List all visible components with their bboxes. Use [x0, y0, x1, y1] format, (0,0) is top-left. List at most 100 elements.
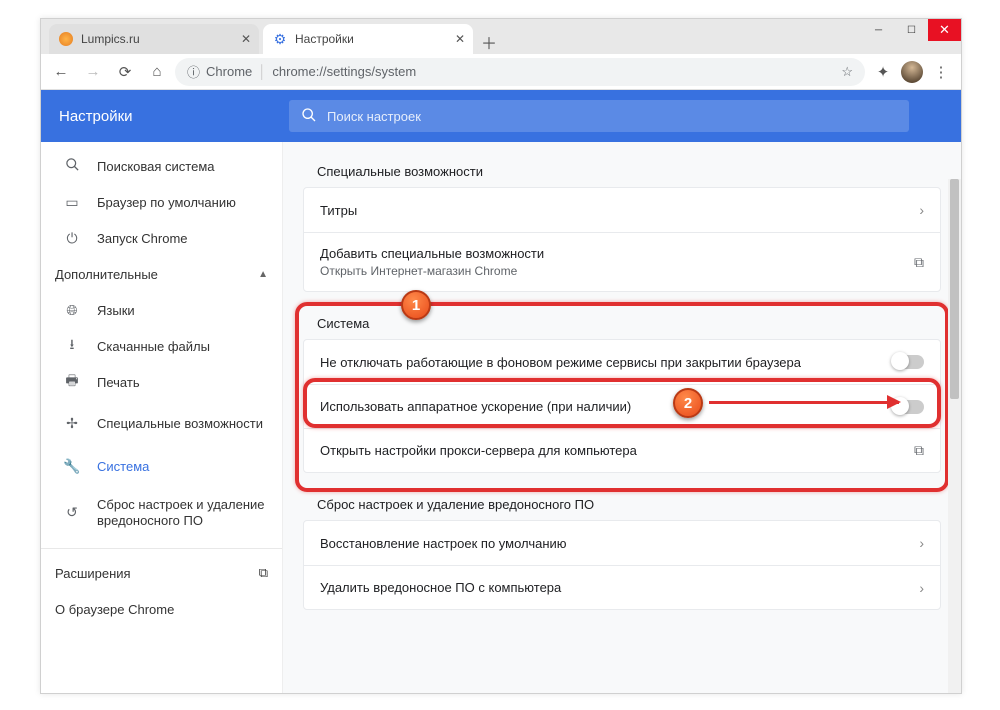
- sidebar-extensions[interactable]: Расширения ⧉: [41, 555, 282, 591]
- favicon-lumpics: [59, 32, 73, 46]
- sidebar-item-label: Запуск Chrome: [97, 231, 188, 246]
- settings-header: Настройки: [41, 90, 961, 142]
- chevron-right-icon: ›: [919, 535, 924, 551]
- row-hardware-acceleration[interactable]: Использовать аппаратное ускорение (при н…: [304, 384, 940, 428]
- sidebar-item-default-browser[interactable]: ▭ Браузер по умолчанию: [41, 184, 282, 220]
- wrench-icon: 🔧: [63, 458, 81, 475]
- sidebar-item-system[interactable]: 🔧 Система: [41, 448, 282, 484]
- close-window-button[interactable]: ✕: [928, 19, 961, 41]
- tab-settings[interactable]: ⚙ Настройки ✕: [263, 24, 473, 54]
- close-tab-icon[interactable]: ✕: [455, 32, 465, 46]
- search-icon: [301, 107, 317, 126]
- favicon-settings: ⚙: [273, 32, 287, 46]
- row-label: Не отключать работающие в фоновом режиме…: [320, 355, 801, 370]
- home-button[interactable]: ⌂: [143, 58, 171, 86]
- menu-button[interactable]: ⋮: [927, 58, 955, 86]
- sidebar-item-label: Языки: [97, 303, 135, 318]
- sidebar-item-downloads[interactable]: ⭳ Скачанные файлы: [41, 328, 282, 364]
- sidebar-item-reset[interactable]: ↺ Сброс настроек и удаление вредоносного…: [41, 484, 282, 542]
- toggle-hardware-acceleration[interactable]: [892, 400, 924, 414]
- row-label: Добавить специальные возможности: [320, 246, 544, 261]
- content-area: Поисковая система ▭ Браузер по умолчанию…: [41, 142, 961, 693]
- row-sublabel: Открыть Интернет-магазин Chrome: [320, 264, 544, 278]
- scrollbar[interactable]: [948, 179, 961, 693]
- sidebar-item-search-engine[interactable]: Поисковая система: [41, 148, 282, 184]
- section-title-accessibility: Специальные возможности: [303, 156, 941, 187]
- chevron-right-icon: ›: [919, 202, 924, 218]
- search-input[interactable]: [327, 109, 897, 124]
- tab-strip: Lumpics.ru ✕ ⚙ Настройки ✕ ＋: [41, 19, 961, 54]
- settings-search[interactable]: [289, 100, 909, 132]
- system-card: Не отключать работающие в фоновом режиме…: [303, 339, 941, 473]
- scrollbar-thumb[interactable]: [950, 179, 959, 399]
- sidebar-item-startup[interactable]: ⏻ Запуск Chrome: [41, 220, 282, 256]
- sidebar-about[interactable]: О браузере Chrome: [41, 591, 282, 627]
- row-add-accessibility[interactable]: Добавить специальные возможности Открыть…: [304, 232, 940, 291]
- sidebar-about-label: О браузере Chrome: [55, 602, 174, 617]
- minimize-button[interactable]: ─: [862, 19, 895, 41]
- extensions-button[interactable]: ✦: [869, 58, 897, 86]
- external-link-icon: ⧉: [259, 565, 268, 581]
- reset-card: Восстановление настроек по умолчанию › У…: [303, 520, 941, 610]
- sidebar-item-accessibility[interactable]: ✢ Специальные возможности: [41, 400, 282, 448]
- sidebar-advanced-label: Дополнительные: [55, 267, 158, 282]
- sidebar-item-printing[interactable]: 🖶 Печать: [41, 364, 282, 400]
- accessibility-icon: ✢: [63, 415, 81, 433]
- row-label: Восстановление настроек по умолчанию: [320, 536, 567, 551]
- row-label: Удалить вредоносное ПО с компьютера: [320, 580, 561, 595]
- sidebar: Поисковая система ▭ Браузер по умолчанию…: [41, 142, 283, 693]
- print-icon: 🖶: [63, 370, 81, 394]
- tab-title: Настройки: [295, 32, 354, 46]
- chrome-label: Chrome: [206, 64, 252, 79]
- settings-main: Специальные возможности Титры › Добавить…: [283, 142, 961, 693]
- toolbar: ← → ⟳ ⌂ ⓘ Chrome │ chrome://settings/sys…: [41, 54, 961, 90]
- maximize-button[interactable]: ☐: [895, 19, 928, 41]
- row-cleanup[interactable]: Удалить вредоносное ПО с компьютера ›: [304, 565, 940, 609]
- back-button[interactable]: ←: [47, 58, 75, 86]
- external-link-icon: ⧉: [914, 254, 924, 271]
- sidebar-item-label: Поисковая система: [97, 159, 215, 174]
- row-proxy-settings[interactable]: Открыть настройки прокси-сервера для ком…: [304, 428, 940, 472]
- profile-avatar[interactable]: [901, 61, 923, 83]
- row-label: Титры: [320, 203, 357, 218]
- row-restore-defaults[interactable]: Восстановление настроек по умолчанию ›: [304, 521, 940, 565]
- toggle-background-apps[interactable]: [892, 355, 924, 369]
- sidebar-advanced-toggle[interactable]: Дополнительные ▲: [41, 256, 282, 292]
- reset-icon: ↺: [63, 504, 81, 522]
- reload-button[interactable]: ⟳: [111, 58, 139, 86]
- power-icon: ⏻: [63, 230, 81, 247]
- row-label: Открыть настройки прокси-сервера для ком…: [320, 443, 637, 458]
- bookmark-icon[interactable]: ☆: [841, 64, 853, 80]
- section-title-system: Система: [303, 308, 941, 339]
- chevron-up-icon: ▲: [258, 269, 268, 280]
- external-link-icon: ⧉: [914, 442, 924, 459]
- sidebar-item-label: Печать: [97, 375, 140, 390]
- globe-icon: 🌐︎: [63, 302, 81, 319]
- sidebar-item-label: Браузер по умолчанию: [97, 195, 236, 210]
- row-captions[interactable]: Титры ›: [304, 188, 940, 232]
- new-tab-button[interactable]: ＋: [477, 30, 501, 54]
- settings-title: Настройки: [59, 108, 269, 125]
- section-title-reset: Сброс настроек и удаление вредоносного П…: [303, 489, 941, 520]
- download-icon: ⭳: [63, 334, 81, 358]
- close-tab-icon[interactable]: ✕: [241, 32, 251, 46]
- tab-lumpics[interactable]: Lumpics.ru ✕: [49, 24, 259, 54]
- sidebar-item-languages[interactable]: 🌐︎ Языки: [41, 292, 282, 328]
- sidebar-item-label: Специальные возможности: [97, 416, 263, 432]
- row-background-apps[interactable]: Не отключать работающие в фоновом режиме…: [304, 340, 940, 384]
- search-icon: [63, 157, 81, 175]
- forward-button[interactable]: →: [79, 58, 107, 86]
- chevron-right-icon: ›: [919, 580, 924, 596]
- sidebar-extensions-label: Расширения: [55, 566, 131, 581]
- url-text: chrome://settings/system: [272, 64, 416, 79]
- sidebar-item-label: Сброс настроек и удаление вредоносного П…: [97, 497, 268, 530]
- accessibility-card: Титры › Добавить специальные возможности…: [303, 187, 941, 292]
- divider: [41, 548, 282, 549]
- tab-title: Lumpics.ru: [81, 32, 140, 46]
- address-bar[interactable]: ⓘ Chrome │ chrome://settings/system ☆: [175, 58, 865, 86]
- site-info-icon[interactable]: ⓘ: [187, 62, 200, 81]
- browser-window: ─ ☐ ✕ Lumpics.ru ✕ ⚙ Настройки ✕ ＋ ← → ⟳…: [40, 18, 962, 694]
- sidebar-item-label: Система: [97, 459, 149, 474]
- browser-icon: ▭: [63, 194, 81, 211]
- sidebar-item-label: Скачанные файлы: [97, 339, 210, 354]
